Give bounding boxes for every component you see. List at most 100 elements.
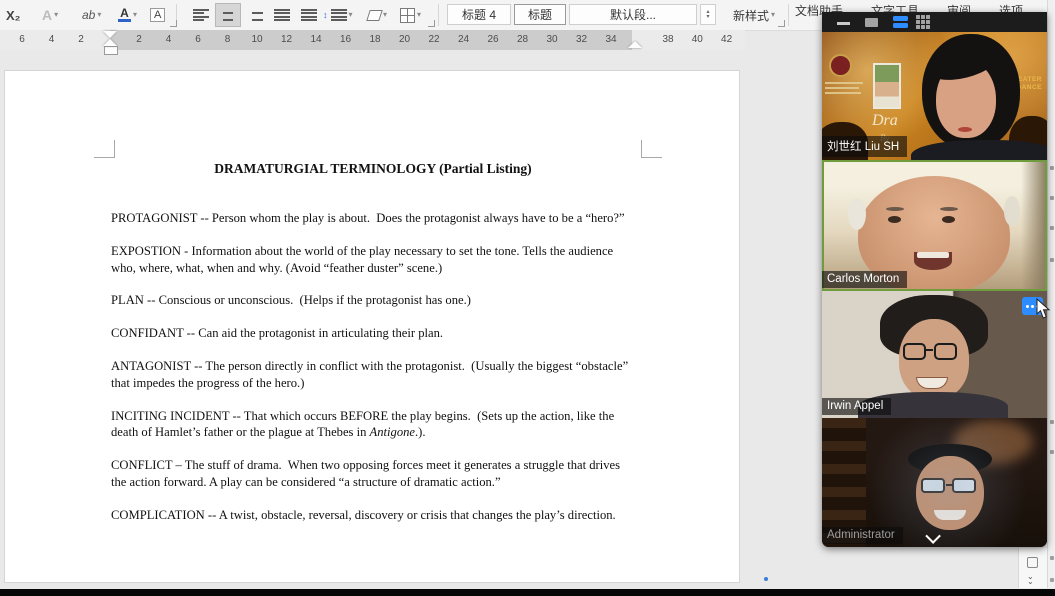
ruler-number: 18 [369, 34, 380, 45]
ruler-number: 22 [428, 34, 439, 45]
app-window: X₂ A ▾ ab ▾ A ▾ A [0, 0, 1055, 596]
seal-logo-icon [829, 54, 852, 77]
font-color-button[interactable]: A ▾ [118, 3, 137, 27]
ruler-number: 42 [721, 34, 732, 45]
ruler-number: 12 [281, 34, 292, 45]
justify-button[interactable] [269, 3, 295, 27]
align-right-icon [247, 9, 263, 22]
minimize-icon[interactable] [837, 22, 850, 25]
style-gallery-item[interactable]: 标题 4 [447, 4, 511, 25]
speaker-view-icon[interactable] [893, 16, 908, 28]
align-left-icon [193, 9, 209, 22]
status-dot [764, 577, 768, 581]
ruler-number: 24 [458, 34, 469, 45]
side-toolbar-scrollbar[interactable] [1047, 0, 1055, 588]
restore-icon[interactable] [865, 18, 878, 27]
paragraph: CONFIDANT -- Can aid the protagonist in … [111, 325, 635, 342]
ruler-number: 8 [225, 34, 231, 45]
right-indent-marker[interactable] [628, 41, 642, 48]
align-center-icon [220, 9, 236, 22]
subscript-button[interactable]: X₂ [6, 3, 20, 27]
document-body: PROTAGONIST -- Person whom the play is a… [111, 210, 635, 540]
ruler-number: 28 [517, 34, 528, 45]
paragraph: CONFLICT – The stuff of drama. When two … [111, 457, 635, 491]
borders-icon [400, 8, 415, 23]
ruler-number: 32 [576, 34, 587, 45]
character-border-button[interactable]: A [150, 3, 165, 27]
chevron-down-icon: ▾ [54, 11, 58, 19]
subscript-icon: X₂ [6, 8, 20, 23]
scrollbar-page-controls: ⌄⌄ [1018, 548, 1047, 588]
margin-crop-mark [94, 140, 115, 158]
ruler-number: 6 [19, 34, 25, 45]
bottom-edge-bar [0, 589, 1055, 596]
hanging-indent-marker[interactable] [103, 39, 118, 55]
first-line-indent-marker[interactable] [103, 31, 117, 38]
next-page-icon[interactable]: ⌄⌄ [1027, 574, 1034, 584]
participant-video-irwin-appel[interactable]: Irwin Appel [822, 291, 1047, 418]
separator [788, 4, 789, 26]
separator [438, 4, 439, 26]
horizontal-ruler: 642246810121416182022242628303234384042 [0, 30, 745, 50]
participant-name: Irwin Appel [822, 398, 891, 415]
video-panel-header[interactable] [822, 12, 1047, 32]
dialog-launcher-icon[interactable] [170, 20, 177, 27]
line-spacing-icon: ↕ [323, 10, 328, 20]
chevron-down-icon: ▾ [383, 11, 387, 19]
distribute-button[interactable] [296, 3, 322, 27]
ruler-number: 6 [195, 34, 201, 45]
ruler-number: 10 [251, 34, 262, 45]
margin-crop-mark [641, 140, 662, 158]
ruler-number: 30 [546, 34, 557, 45]
background-title-text: Dra [872, 112, 898, 130]
paragraph: PLAN -- Conscious or unconscious. (Helps… [111, 292, 635, 309]
distribute-icon [301, 9, 317, 22]
participant-video-administrator[interactable]: Administrator [822, 418, 1047, 547]
inset-photo [873, 63, 901, 109]
new-style-label: 新样式 [733, 7, 769, 24]
borders-button[interactable]: ▾ [400, 3, 421, 27]
new-style-button[interactable]: 新样式 ▾ [733, 3, 775, 27]
ruler-number: 2 [136, 34, 142, 45]
style-gallery-item[interactable]: 标题 [514, 4, 566, 25]
shading-icon [366, 10, 383, 21]
participant-name: Administrator [822, 527, 903, 544]
video-conference-panel: THEATER ⁄ DANCE Dra By 刘世红 Liu SH [822, 12, 1047, 547]
highlight-button[interactable]: ab ▾ [82, 3, 101, 27]
paragraph: INCITING INCIDENT -- That which occurs B… [111, 408, 635, 442]
participant-video-liu-sh[interactable]: THEATER ⁄ DANCE Dra By 刘世红 Liu SH [822, 32, 1047, 160]
character-effects-button[interactable]: A ▾ [42, 3, 58, 27]
ruler-number: 20 [399, 34, 410, 45]
align-right-button[interactable] [242, 3, 268, 27]
document-page[interactable]: DRAMATURGIAL TERMINOLOGY (Partial Listin… [4, 70, 740, 583]
participant-name: Carlos Morton [822, 271, 907, 288]
paragraph: ANTAGONIST -- The person directly in con… [111, 358, 635, 392]
dialog-launcher-icon[interactable] [778, 20, 785, 27]
mouse-cursor [1036, 298, 1051, 325]
paragraph: PROTAGONIST -- Person whom the play is a… [111, 210, 635, 227]
ruler-number: 4 [49, 34, 55, 45]
collapse-panel-button[interactable] [920, 529, 950, 545]
dialog-launcher-icon[interactable] [428, 20, 435, 27]
character-border-icon: A [150, 8, 165, 22]
select-browse-object-icon[interactable] [1027, 557, 1038, 568]
glasses [903, 343, 926, 360]
ruler-number: 40 [692, 34, 703, 45]
chevron-down-icon: ▾ [417, 11, 421, 19]
chevron-down-icon [925, 528, 941, 544]
ruler-number: 16 [340, 34, 351, 45]
gallery-view-icon[interactable] [916, 15, 930, 29]
shading-button[interactable]: ▾ [368, 3, 387, 27]
chevron-down-icon: ▾ [771, 11, 775, 19]
participant-video-carlos-morton[interactable]: Carlos Morton [822, 160, 1047, 291]
style-gallery-more-button[interactable]: ▴▾ [700, 4, 716, 25]
align-left-button[interactable] [188, 3, 214, 27]
ruler-number: 2 [78, 34, 84, 45]
line-spacing-button[interactable]: ↕ ▾ [323, 3, 353, 27]
style-gallery-item[interactable]: 默认段... [569, 4, 697, 25]
align-center-button[interactable] [215, 3, 241, 27]
ruler-number: 4 [166, 34, 172, 45]
chevron-down-icon: ▾ [133, 11, 137, 19]
paragraph: EXPOSTION - Information about the world … [111, 243, 635, 277]
character-effects-icon: A [42, 7, 52, 23]
